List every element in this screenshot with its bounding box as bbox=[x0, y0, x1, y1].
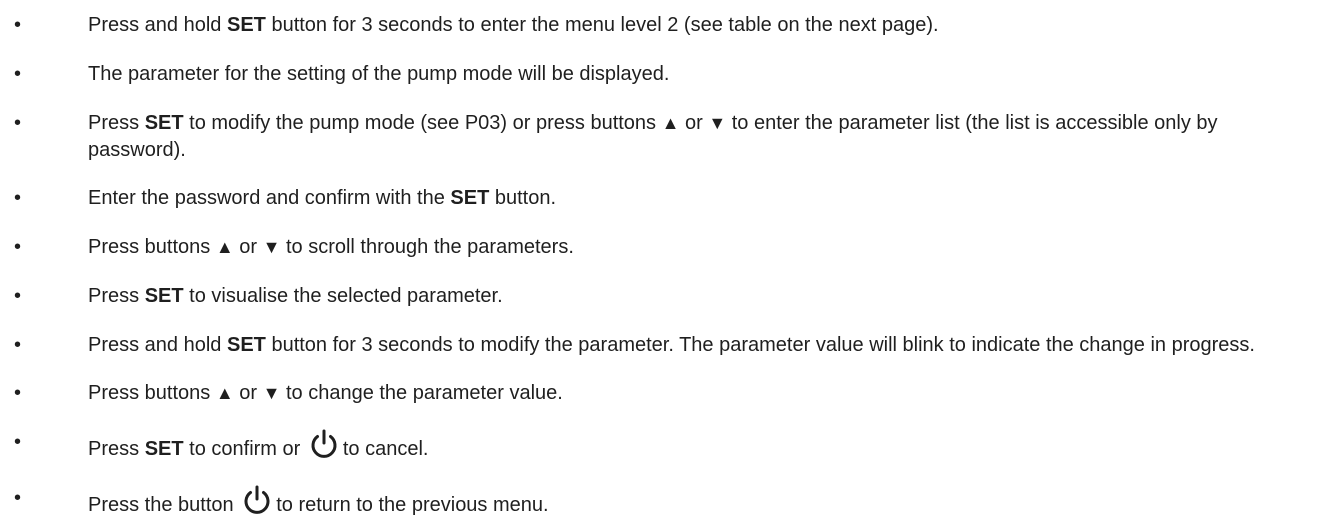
up-arrow-icon: ▲ bbox=[215, 237, 234, 257]
step-text: Press bbox=[88, 112, 145, 134]
list-item: • Press SET to modify the pump mode (see … bbox=[10, 110, 1336, 164]
bullet: • bbox=[14, 431, 22, 453]
bullet: • bbox=[14, 236, 22, 258]
bullet: • bbox=[14, 285, 22, 307]
down-arrow-icon: ▼ bbox=[262, 237, 281, 257]
up-arrow-icon: ▲ bbox=[215, 383, 234, 403]
bullet: • bbox=[14, 334, 22, 356]
power-icon bbox=[308, 429, 340, 459]
step-text: Press and hold bbox=[88, 14, 227, 36]
step-text: Press the button bbox=[88, 494, 240, 516]
step-text: Press bbox=[88, 438, 145, 460]
step-text: The parameter for the setting of the pum… bbox=[88, 63, 670, 85]
list-item: • Press SET to confirm or to cancel. bbox=[10, 429, 1336, 463]
step-text: Press buttons bbox=[88, 236, 216, 258]
set-keyword: SET bbox=[144, 438, 184, 460]
bullet: • bbox=[14, 187, 22, 209]
bullet: • bbox=[14, 112, 22, 134]
step-text: Press buttons bbox=[88, 382, 216, 404]
step-text: to change the parameter value. bbox=[280, 382, 563, 404]
document-page: • Press and hold SET button for 3 seconds… bbox=[0, 0, 1336, 524]
power-icon bbox=[241, 485, 273, 515]
bullet: • bbox=[14, 487, 22, 509]
step-text: button for 3 seconds to enter the menu l… bbox=[265, 14, 939, 36]
step-text: button for 3 seconds to modify the param… bbox=[265, 334, 1255, 356]
set-keyword: SET bbox=[144, 285, 184, 307]
set-keyword: SET bbox=[450, 187, 490, 209]
step-text: button. bbox=[489, 187, 557, 209]
down-arrow-icon: ▼ bbox=[262, 383, 281, 403]
step-text: or bbox=[233, 236, 263, 258]
step-text: to cancel. bbox=[342, 438, 429, 460]
list-item: • Enter the password and confirm with the… bbox=[10, 185, 1336, 212]
step-text: or bbox=[679, 112, 709, 134]
set-keyword: SET bbox=[226, 334, 266, 356]
list-item: • Press and hold SET button for 3 seconds… bbox=[10, 332, 1336, 359]
instruction-list: • Press and hold SET button for 3 seconds… bbox=[10, 12, 1336, 519]
step-text: to return to the previous menu. bbox=[276, 494, 549, 516]
list-item: • Press and hold SET button for 3 seconds… bbox=[10, 12, 1336, 39]
list-item: • Press buttons ▲ or ▼ to scroll through … bbox=[10, 234, 1336, 261]
list-item: • Press the button to return to the previ… bbox=[10, 485, 1336, 519]
bullet: • bbox=[14, 63, 22, 85]
list-item: • The parameter for the setting of the pu… bbox=[10, 61, 1336, 88]
set-keyword: SET bbox=[144, 112, 184, 134]
step-text: Enter the password and confirm with the bbox=[88, 187, 451, 209]
step-text: to modify the pump mode (see P03) or pre… bbox=[183, 112, 662, 134]
bullet: • bbox=[14, 382, 22, 404]
step-text: to confirm or bbox=[183, 438, 306, 460]
step-text: Press bbox=[88, 285, 145, 307]
list-item: • Press buttons ▲ or ▼ to change the para… bbox=[10, 380, 1336, 407]
step-text: to visualise the selected parameter. bbox=[183, 285, 503, 307]
down-arrow-icon: ▼ bbox=[708, 113, 727, 133]
step-text: Press and hold bbox=[88, 334, 227, 356]
list-item: • Press SET to visualise the selected par… bbox=[10, 283, 1336, 310]
up-arrow-icon: ▲ bbox=[661, 113, 680, 133]
bullet: • bbox=[14, 14, 22, 36]
step-text: or bbox=[233, 382, 263, 404]
step-text: to scroll through the parameters. bbox=[280, 236, 574, 258]
set-keyword: SET bbox=[226, 14, 266, 36]
